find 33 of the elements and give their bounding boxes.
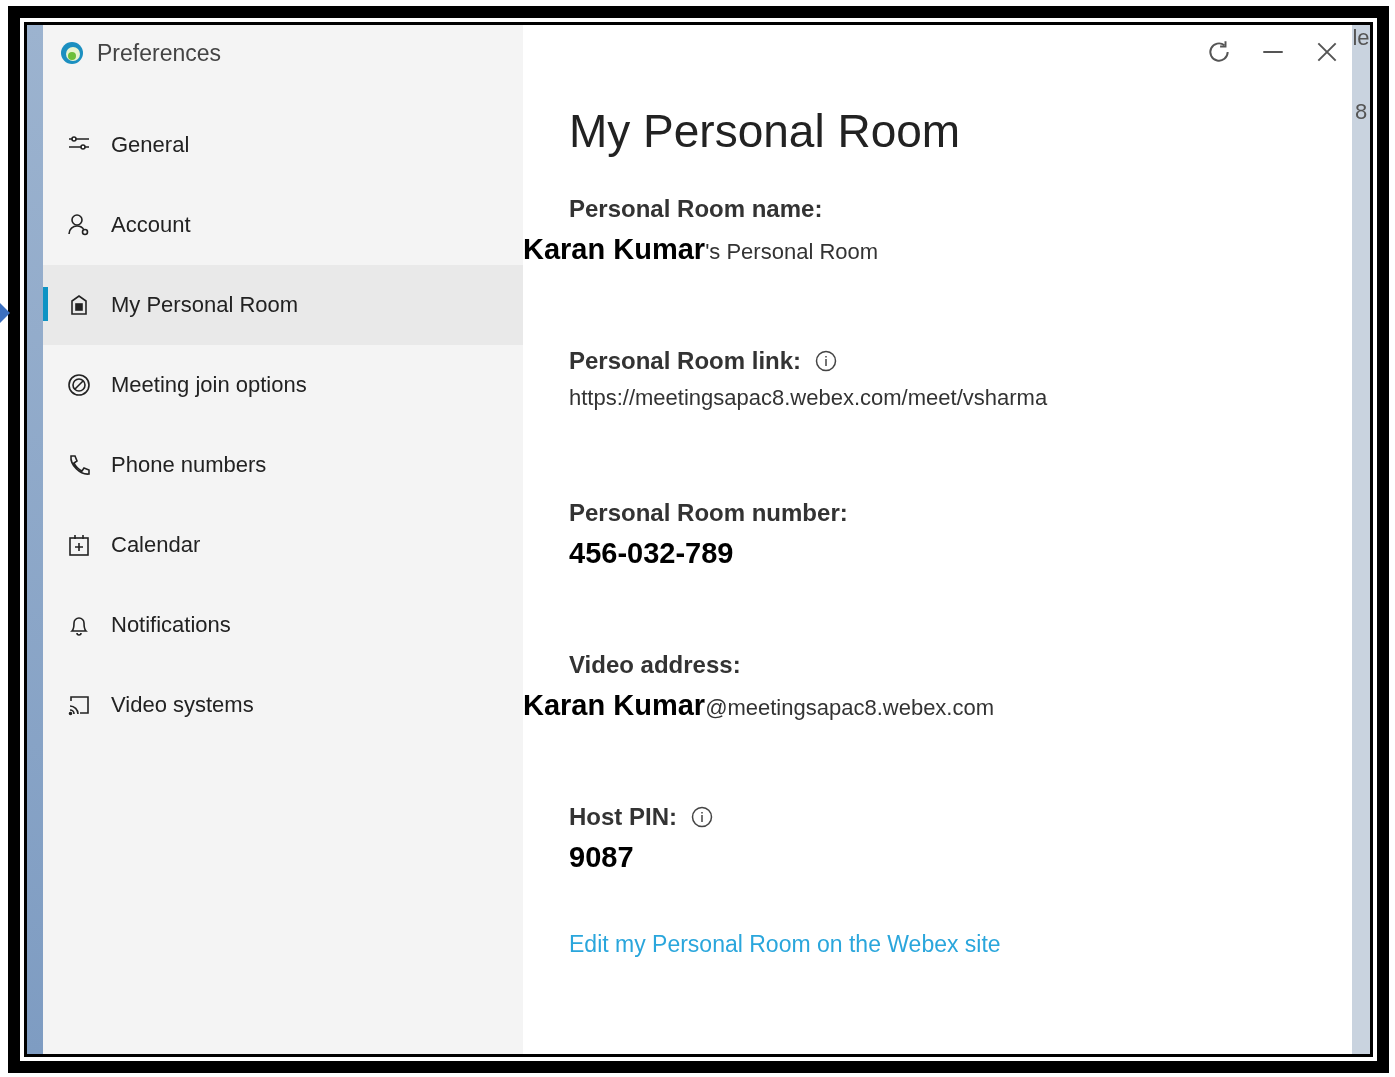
cast-icon <box>67 693 91 717</box>
window-title: Preferences <box>97 39 221 67</box>
background-text: 8 <box>1354 99 1368 125</box>
sidebar-item[interactable]: Calendar <box>43 505 523 585</box>
background-text: le <box>1352 25 1370 51</box>
field-label: Video address: <box>569 651 741 679</box>
info-icon <box>815 350 838 372</box>
sidebar-item[interactable]: Video systems <box>43 665 523 745</box>
overlay-text: Karan Kumar <box>523 689 706 722</box>
field-label: Personal Room link: <box>569 347 802 375</box>
field-value: @meetingsapac8.webex.com <box>705 695 995 721</box>
pointer-arrow-icon <box>0 303 10 323</box>
info-icon <box>691 806 713 828</box>
sidebar-item[interactable]: Phone numbers <box>43 425 523 505</box>
field-label: Personal Room name: <box>569 195 823 223</box>
app-logo-icon <box>59 40 85 66</box>
calendar-icon <box>67 533 91 557</box>
sidebar-item[interactable]: General <box>43 105 523 185</box>
sidebar-item[interactable]: My Personal Room <box>43 265 523 345</box>
refresh-icon[interactable] <box>1206 39 1232 65</box>
page-heading: My Personal Room <box>569 104 962 159</box>
overlay-text: 456-032-789 <box>569 537 734 570</box>
phone-icon <box>67 453 91 477</box>
sidebar-item[interactable]: Account <box>43 185 523 265</box>
sidebar-item[interactable]: Meeting join options <box>43 345 523 425</box>
account-icon <box>67 213 91 237</box>
field-value: 's Personal Room <box>705 239 879 265</box>
overlay-text: Karan Kumar <box>523 233 706 266</box>
sidebar-item[interactable]: Notifications <box>43 585 523 665</box>
field-label: Host PIN: <box>569 803 677 831</box>
overlay-text: 9087 <box>569 841 634 874</box>
field-value: https://meetingsapac8.webex.com/meet/vsharma <box>569 385 1048 411</box>
field-label: Personal Room number: <box>569 499 848 527</box>
